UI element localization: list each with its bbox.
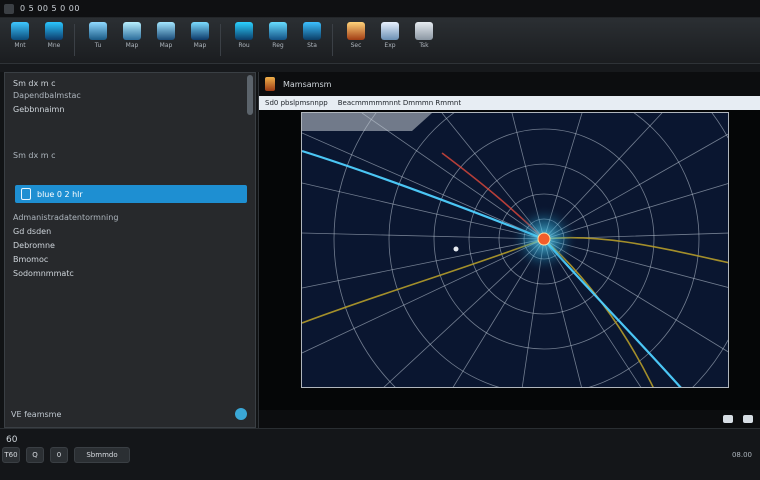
ribbon-separator	[74, 24, 75, 56]
shield-icon	[45, 22, 63, 40]
ribbon-button-sta[interactable]: Sta	[298, 22, 326, 58]
left-panel-row[interactable]: Gebbnnaimn	[13, 105, 64, 114]
bottom-bar: 60 T60 Q 0 Sbmmdo 08.00	[0, 428, 760, 480]
map-canvas-svg	[302, 113, 728, 387]
layers-icon	[123, 22, 141, 40]
target-icon	[191, 22, 209, 40]
left-scrollbar[interactable]	[247, 75, 253, 115]
taskbar-item[interactable]: Q	[26, 447, 44, 463]
left-panel-row[interactable]: Bmomoc	[13, 255, 48, 264]
left-panel-row[interactable]: Admanistradatentormning	[13, 213, 118, 222]
export-icon	[381, 22, 399, 40]
settings-icon	[347, 22, 365, 40]
bottom-mini-label: 60	[6, 435, 18, 445]
ribbon-button-map-1[interactable]: Map	[118, 22, 146, 58]
monitor-icon	[11, 22, 29, 40]
app-window: 0 5 00 5 0 00 Mnt Mne Tu Map Map Map Rou…	[0, 0, 760, 480]
taskbar-item[interactable]: T60	[2, 447, 20, 463]
overlay-panel	[302, 113, 432, 131]
taskbar: T60 Q 0 Sbmmdo	[2, 447, 130, 463]
viewer-panel: Mamsamsm Sd0 pbslpmsnnpp Beacmmmmmnnt Dm…	[258, 72, 760, 428]
left-panel-footer: VE feamsme	[11, 407, 251, 421]
ribbon-button-map-3[interactable]: Map	[186, 22, 214, 58]
title-bar: 0 5 00 5 0 00	[0, 0, 760, 18]
ribbon-button-tu[interactable]: Tu	[84, 22, 112, 58]
cursor-icon	[89, 22, 107, 40]
taskbar-item[interactable]: Sbmmdo	[74, 447, 130, 463]
left-panel: Sm dx m c Dapendbalmstac Gebbnnaimn Sm d…	[4, 72, 256, 428]
ribbon-button-route[interactable]: Rou	[230, 22, 258, 58]
selected-list-item-label: blue 0 2 hlr	[37, 189, 83, 199]
left-panel-row[interactable]: Gd dsden	[13, 227, 51, 236]
left-panel-row[interactable]: Dapendbalmstac	[13, 91, 81, 100]
window-title: 0 5 00 5 0 00	[20, 4, 80, 13]
clock: 08.00	[731, 451, 752, 459]
route-icon	[235, 22, 253, 40]
left-panel-row[interactable]: Sodomnmmatc	[13, 269, 74, 278]
taskbar-item[interactable]: 0	[50, 447, 68, 463]
focus-marker[interactable]	[537, 232, 551, 246]
ribbon-separator	[220, 24, 221, 56]
left-footer-toggle[interactable]	[235, 408, 247, 420]
viewer-title: Mamsamsm	[283, 79, 332, 89]
ribbon-button-sec[interactable]: Sec	[342, 22, 370, 58]
status-indicator	[743, 415, 753, 423]
ribbon-button-monitor[interactable]: Mnt	[6, 22, 34, 58]
left-panel-row[interactable]: Sm dx m c	[13, 151, 56, 160]
ribbon-button-reg[interactable]: Reg	[264, 22, 292, 58]
ribbon-button-task[interactable]: Tsk	[410, 22, 438, 58]
map-canvas[interactable]	[301, 112, 729, 388]
status-indicator	[723, 415, 733, 423]
address-field-2[interactable]: Beacmmmmmnnt Dmmmn Rmmnt	[338, 99, 461, 107]
secondary-toolbar	[0, 64, 760, 72]
viewer-addressbar[interactable]: Sd0 pbslpmsnnpp Beacmmmmmnnt Dmmmn Rmmnt	[259, 96, 760, 110]
left-panel-row[interactable]: Sm dx m c	[13, 79, 56, 88]
ribbon-separator	[332, 24, 333, 56]
viewer-statusbar	[259, 410, 760, 428]
left-footer-label: VE feamsme	[11, 409, 62, 419]
address-field-1[interactable]: Sd0 pbslpmsnnpp	[265, 99, 328, 107]
map-point[interactable]	[453, 246, 459, 252]
selected-list-item[interactable]: blue 0 2 hlr	[15, 185, 247, 203]
ribbon-button-mne[interactable]: Mne	[40, 22, 68, 58]
app-icon	[4, 3, 14, 14]
checkbox-icon	[21, 188, 31, 200]
stats-icon	[303, 22, 321, 40]
ribbon-toolbar: Mnt Mne Tu Map Map Map Rou Reg Sta Sec E…	[0, 18, 760, 64]
camera-icon	[157, 22, 175, 40]
task-icon	[415, 22, 433, 40]
report-icon	[269, 22, 287, 40]
document-icon	[265, 77, 275, 91]
viewer-header: Mamsamsm	[259, 72, 760, 96]
ribbon-button-map-2[interactable]: Map	[152, 22, 180, 58]
left-panel-row[interactable]: Debromne	[13, 241, 55, 250]
ribbon-button-exp[interactable]: Exp	[376, 22, 404, 58]
